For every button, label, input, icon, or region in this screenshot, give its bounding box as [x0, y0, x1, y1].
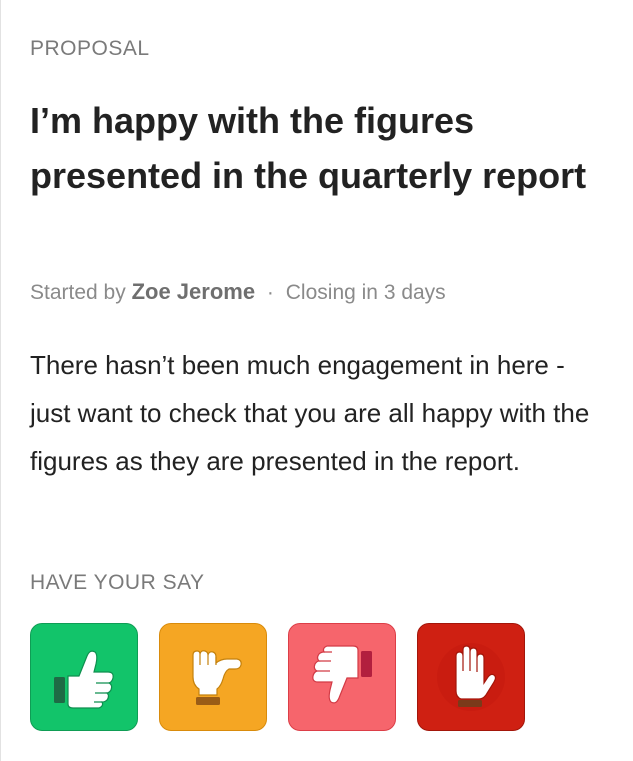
- thumbs-down-icon: [312, 645, 372, 704]
- proposal-title: I’m happy with the figures presented in …: [30, 100, 587, 196]
- thumbs-sideways-icon: [192, 650, 242, 705]
- vote-agree-button[interactable]: [30, 623, 138, 731]
- proposal-meta: Started by Zoe Jerome · Closing in 3 day…: [30, 279, 446, 306]
- proposal-card: PROPOSAL I’m happy with the figures pres…: [0, 0, 633, 761]
- vote-block-button[interactable]: [417, 623, 525, 731]
- vote-options: [30, 623, 525, 731]
- have-your-say-label: HAVE YOUR SAY: [30, 571, 205, 594]
- closing-time: Closing in 3 days: [285, 281, 446, 304]
- vote-abstain-button[interactable]: [159, 623, 267, 731]
- raised-hand-block-icon: [437, 643, 505, 711]
- proposal-eyebrow: PROPOSAL: [30, 37, 150, 60]
- started-by-label: Started by: [30, 281, 126, 304]
- author-name[interactable]: Zoe Jerome: [132, 279, 256, 304]
- meta-separator: ·: [266, 281, 274, 304]
- proposal-description: There hasn’t been much engagement in her…: [30, 350, 590, 476]
- thumbs-up-icon: [54, 650, 114, 709]
- vote-disagree-button[interactable]: [288, 623, 396, 731]
